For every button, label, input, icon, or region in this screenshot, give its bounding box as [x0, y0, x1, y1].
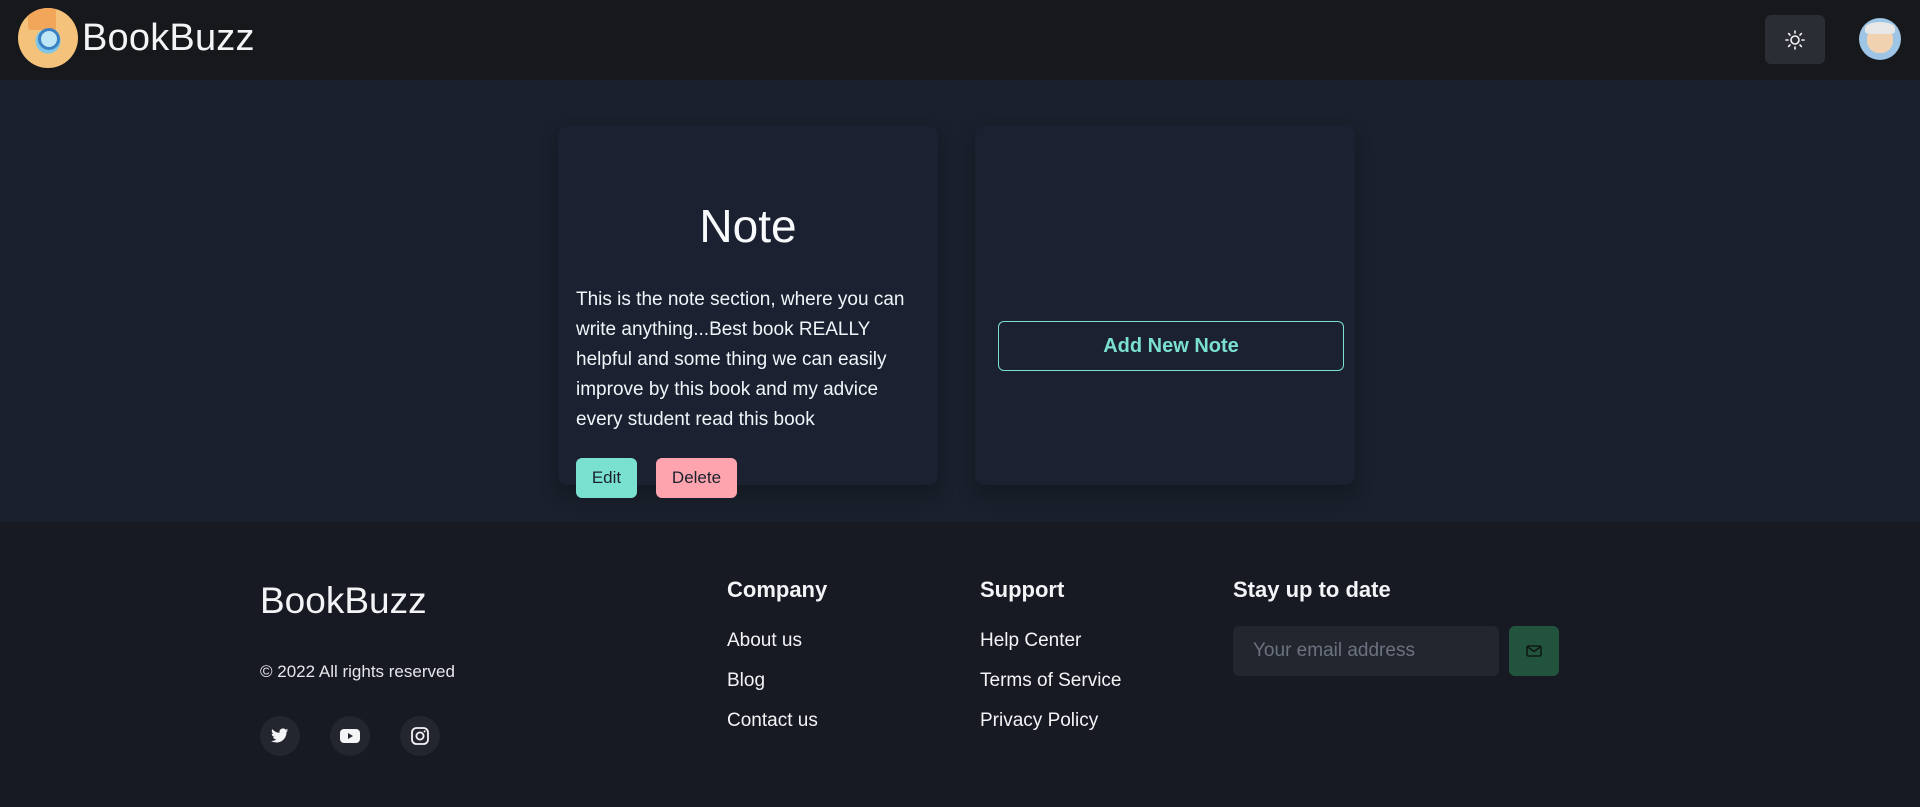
sun-icon	[1785, 29, 1805, 50]
theme-toggle-button[interactable]	[1765, 15, 1825, 64]
twitter-icon	[271, 728, 289, 743]
footer-link-contact-us[interactable]: Contact us	[727, 710, 818, 732]
delete-button[interactable]: Delete	[656, 458, 737, 498]
youtube-link[interactable]	[330, 716, 370, 756]
logo-icon	[18, 8, 78, 68]
note-title: Note	[699, 200, 797, 252]
footer-link-about-us[interactable]: About us	[727, 630, 802, 652]
footer-brand: BookBuzz	[260, 580, 427, 621]
email-input[interactable]	[1233, 626, 1499, 676]
twitter-link[interactable]	[260, 716, 300, 756]
add-new-note-button[interactable]: Add New Note	[998, 321, 1344, 371]
company-heading: Company	[727, 577, 828, 602]
youtube-icon	[340, 729, 360, 743]
footer-link-blog[interactable]: Blog	[727, 670, 765, 692]
footer: BookBuzz © 2022 All rights reserved Comp…	[0, 522, 1920, 807]
footer-link-help-center[interactable]: Help Center	[980, 630, 1081, 652]
newsletter-heading: Stay up to date	[1233, 577, 1391, 602]
footer-link-privacy-policy[interactable]: Privacy Policy	[980, 710, 1098, 732]
subscribe-button[interactable]	[1509, 626, 1559, 676]
brand-logo-link[interactable]: BookBuzz	[18, 8, 255, 68]
footer-link-terms-of-service[interactable]: Terms of Service	[980, 670, 1121, 692]
edit-button[interactable]: Edit	[576, 458, 637, 498]
top-navbar: BookBuzz	[0, 0, 1920, 80]
note-text: This is the note section, where you can …	[576, 289, 905, 430]
support-heading: Support	[980, 577, 1065, 602]
instagram-icon	[411, 727, 429, 745]
mail-icon	[1526, 645, 1542, 657]
note-card: Note This is the note section, where you…	[558, 125, 938, 498]
instagram-link[interactable]	[400, 716, 440, 756]
copyright-text: © 2022 All rights reserved	[260, 662, 455, 681]
add-note-card: Add New Note	[975, 125, 1355, 485]
user-avatar[interactable]	[1859, 18, 1901, 60]
main-content: Note This is the note section, where you…	[0, 80, 1920, 522]
brand-name: BookBuzz	[82, 16, 255, 59]
